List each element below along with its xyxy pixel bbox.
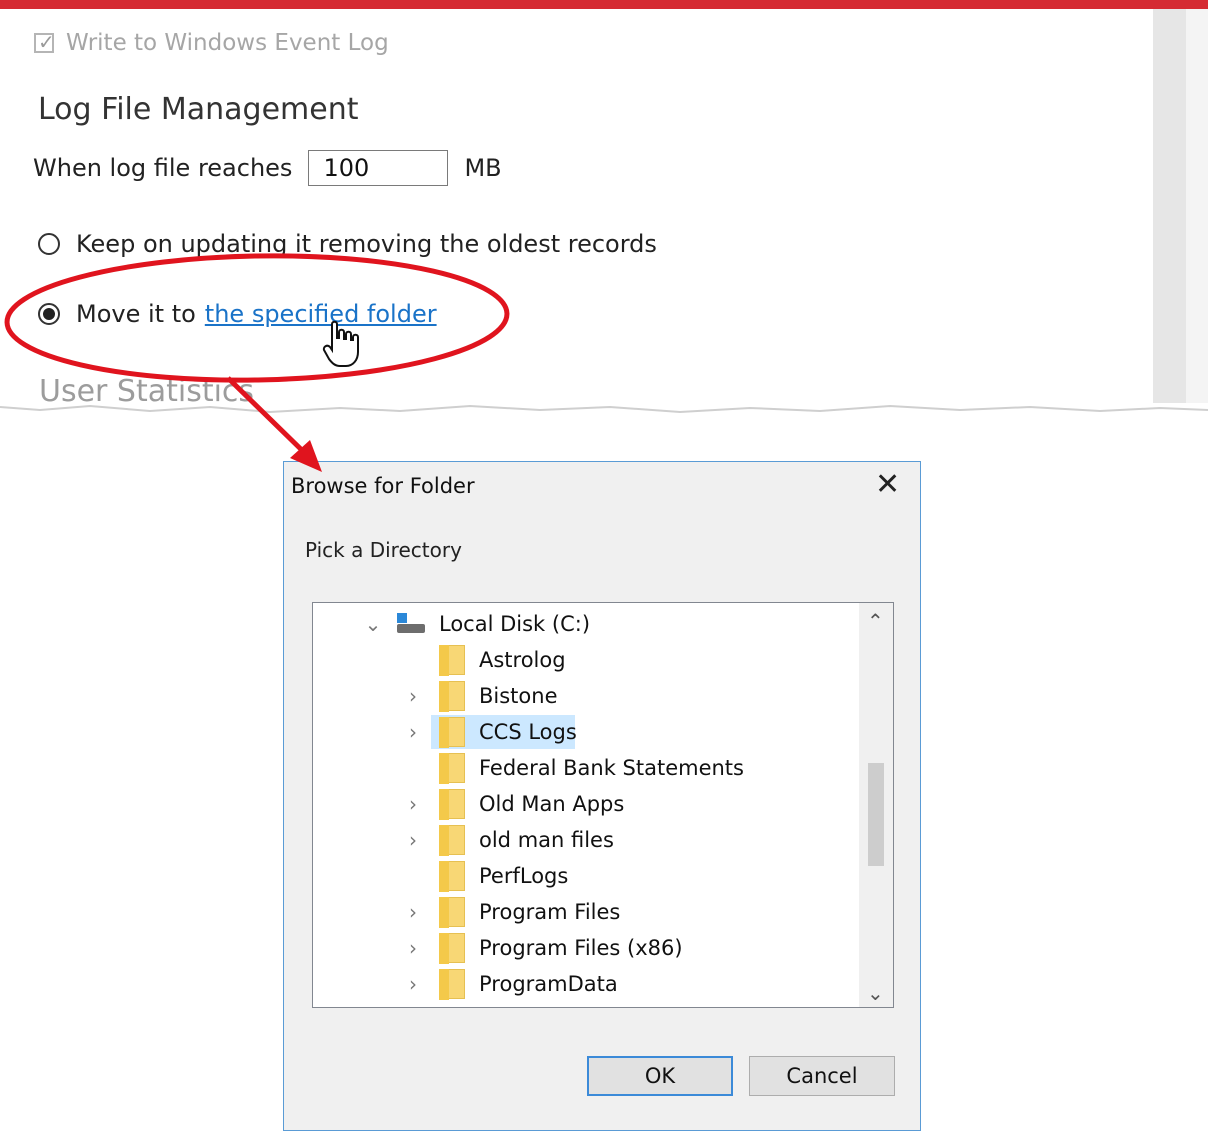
scroll-thumb[interactable]	[868, 763, 884, 866]
folder-icon	[439, 825, 465, 856]
specified-folder-link[interactable]: the specified folder	[205, 300, 437, 328]
tree-item-label: CCS Logs	[479, 720, 577, 744]
tree-item-label: Program Files (x86)	[479, 936, 683, 960]
tree-root-local-disk[interactable]: ⌄ Local Disk (C:)	[363, 607, 594, 641]
tree-root-label: Local Disk (C:)	[439, 612, 591, 636]
close-icon[interactable]: ✕	[875, 470, 900, 500]
chevron-right-icon[interactable]: ›	[403, 936, 423, 960]
cancel-button[interactable]: Cancel	[749, 1056, 895, 1096]
event-log-checkbox[interactable]: ✓	[34, 30, 55, 54]
log-file-management-heading: Log File Management	[38, 92, 359, 127]
folder-icon	[439, 645, 465, 676]
folder-icon	[439, 933, 465, 964]
tree-item[interactable]: › Bistone	[409, 679, 562, 713]
tree-item-label: old man files	[479, 828, 614, 852]
drive-icon	[395, 613, 425, 635]
tree-item[interactable]: › Old Man Apps	[409, 787, 628, 821]
folder-tree[interactable]: ⌄ Local Disk (C:) Astrolog › Bistone › C…	[312, 602, 894, 1008]
folder-icon	[439, 969, 465, 1000]
chevron-right-icon[interactable]: ›	[403, 828, 423, 852]
scroll-down-icon[interactable]: ⌄	[867, 981, 884, 1005]
torn-edge	[0, 403, 1208, 414]
tree-item[interactable]: PerfLogs	[439, 859, 572, 893]
folder-icon	[439, 861, 465, 892]
folder-icon	[439, 753, 465, 784]
tree-item-label: PerfLogs	[479, 864, 569, 888]
tree-item-label: Program Files	[479, 900, 621, 924]
settings-panel	[0, 9, 1208, 411]
move-folder-option[interactable]: Move it to the specified folder	[38, 300, 437, 328]
tree-item[interactable]: › old man files	[409, 823, 618, 857]
settings-scrollbar[interactable]	[1153, 9, 1186, 407]
tree-item[interactable]: Federal Bank Statements	[439, 751, 748, 785]
size-prefix-label: When log file reaches	[33, 154, 293, 182]
tree-scrollbar[interactable]: ⌃ ⌄	[859, 603, 893, 1007]
tree-item-selected[interactable]: › CCS Logs	[409, 715, 581, 749]
chevron-right-icon[interactable]: ›	[403, 972, 423, 996]
chevron-right-icon[interactable]: ›	[403, 720, 423, 744]
event-log-option[interactable]: ✓ Write to Windows Event Log	[34, 30, 389, 56]
browse-folder-dialog: Browse for Folder ✕ Pick a Directory ⌄ L…	[283, 461, 921, 1131]
tree-item-label: Old Man Apps	[479, 792, 625, 816]
dialog-prompt: Pick a Directory	[305, 538, 462, 562]
folder-icon	[439, 681, 465, 712]
keep-updating-radio[interactable]	[38, 233, 60, 255]
keep-updating-option[interactable]: Keep on updating it removing the oldest …	[38, 230, 657, 258]
log-size-row: When log file reaches 100 MB	[33, 150, 502, 186]
tree-item-label: ProgramData	[479, 972, 618, 996]
tree-item[interactable]: › ProgramData	[409, 967, 622, 1001]
keep-updating-label: Keep on updating it removing the oldest …	[76, 230, 657, 258]
chevron-right-icon[interactable]: ›	[403, 684, 423, 708]
tree-item-label: Federal Bank Statements	[479, 756, 744, 780]
dialog-title: Browse for Folder	[291, 474, 475, 498]
app-top-bar	[0, 0, 1208, 9]
scroll-up-icon[interactable]: ⌃	[867, 609, 884, 633]
folder-icon	[439, 897, 465, 928]
tree-item[interactable]: › Program Files (x86)	[409, 931, 687, 965]
folder-icon	[439, 789, 465, 820]
settings-edge	[1186, 9, 1208, 407]
chevron-right-icon[interactable]: ›	[403, 792, 423, 816]
tree-item[interactable]: Astrolog	[439, 643, 570, 677]
size-unit-label: MB	[464, 154, 502, 182]
chevron-right-icon[interactable]: ›	[403, 900, 423, 924]
tree-item-label: Bistone	[479, 684, 558, 708]
ok-button[interactable]: OK	[587, 1056, 733, 1096]
move-folder-label: Move it to	[76, 300, 196, 328]
tree-item-label: Astrolog	[479, 648, 566, 672]
log-size-input[interactable]: 100	[308, 150, 449, 186]
folder-icon	[439, 717, 465, 748]
checkmark-icon: ✓	[38, 30, 55, 54]
event-log-label: Write to Windows Event Log	[66, 30, 389, 56]
chevron-down-icon[interactable]: ⌄	[363, 612, 383, 636]
move-folder-radio[interactable]	[38, 303, 60, 325]
tree-item[interactable]: › Program Files	[409, 895, 624, 929]
